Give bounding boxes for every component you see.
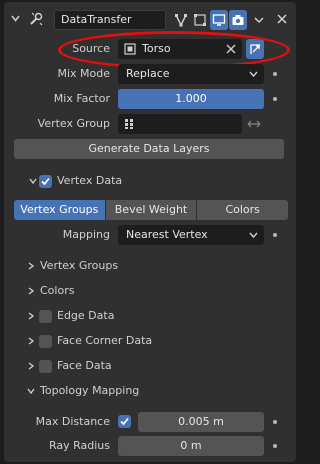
max-distance-label: Max Distance	[35, 415, 110, 428]
face-corner-data-header[interactable]: Face Corner Data	[4, 331, 296, 351]
keyframe-dot-icon[interactable]	[273, 72, 277, 76]
keyframe-dot-icon[interactable]	[273, 444, 277, 448]
object-transform-toggle[interactable]	[246, 39, 264, 59]
collapse-arrow-icon[interactable]	[11, 14, 20, 23]
extras-dropdown[interactable]	[250, 10, 268, 30]
mapping-dropdown[interactable]: Nearest Vertex	[118, 225, 264, 245]
face-corner-data-checkbox[interactable]	[39, 335, 52, 348]
mix-mode-value: Replace	[126, 67, 170, 80]
mapping-value: Nearest Vertex	[126, 228, 208, 241]
keyframe-dot-icon[interactable]	[273, 233, 277, 237]
face-data-checkbox[interactable]	[39, 360, 52, 373]
subpanel-vertex-groups-label: Vertex Groups	[40, 259, 119, 272]
ray-radius-field[interactable]: 0 m	[118, 436, 264, 456]
mix-mode-label: Mix Mode	[57, 67, 110, 80]
mapping-label: Mapping	[62, 228, 110, 241]
generate-data-layers-button[interactable]: Generate Data Layers	[14, 139, 284, 159]
subpanel-colors[interactable]: Colors	[4, 281, 296, 301]
vertex-group-field[interactable]	[118, 114, 242, 134]
edit-mode-icon	[194, 14, 206, 26]
vertex-group-row: Vertex Group	[4, 114, 296, 134]
tab-bevel-weight[interactable]: Bevel Weight	[105, 200, 198, 220]
chevron-down-icon	[249, 71, 258, 78]
chevron-right-icon	[28, 312, 35, 320]
keyframe-dot-icon[interactable]	[273, 420, 277, 424]
mix-mode-row: Mix Mode Replace	[4, 64, 296, 84]
modifier-name-field[interactable]: DataTransfer	[54, 10, 166, 30]
generate-row: Generate Data Layers	[4, 139, 296, 159]
vertex-data-label: Vertex Data	[57, 174, 123, 187]
realtime-icon	[212, 14, 226, 26]
vertex-data-checkbox[interactable]	[39, 175, 52, 188]
vertex-data-types-tabs: Vertex Groups Bevel Weight Colors	[14, 200, 289, 220]
checkmark-icon	[41, 177, 50, 186]
edge-data-label: Edge Data	[57, 309, 115, 322]
chevron-down-icon	[29, 178, 37, 185]
checkmark-icon	[120, 417, 129, 426]
subpanel-vertex-groups[interactable]: Vertex Groups	[4, 256, 296, 276]
vertex-edit-toggle[interactable]	[172, 10, 190, 30]
render-icon	[232, 15, 244, 25]
tab-vertex-groups[interactable]: Vertex Groups	[14, 200, 106, 220]
ray-radius-label: Ray Radius	[48, 439, 110, 452]
chevron-right-icon	[28, 337, 35, 345]
max-distance-row: Max Distance 0.005 m	[4, 412, 296, 432]
source-value: Torso	[142, 42, 171, 55]
vertex-group-icon	[125, 119, 133, 129]
dropdown-chevron-icon	[254, 17, 264, 24]
source-row: Source Torso	[4, 39, 296, 59]
chevron-down-icon	[249, 232, 258, 239]
tab-colors[interactable]: Colors	[197, 200, 289, 220]
edge-data-header[interactable]: Edge Data	[4, 306, 296, 326]
source-label: Source	[72, 42, 110, 55]
topology-mapping-header[interactable]: Topology Mapping	[4, 381, 296, 401]
mix-factor-slider[interactable]: 1.000	[118, 89, 264, 109]
modifier-panel: DataTransfer Source Torso Mix Mode Repla…	[4, 2, 296, 462]
object-transform-icon	[250, 44, 260, 54]
vertex-group-label: Vertex Group	[37, 117, 110, 130]
mix-factor-label: Mix Factor	[53, 92, 110, 105]
subpanel-colors-label: Colors	[40, 284, 75, 297]
chevron-right-icon	[28, 287, 35, 295]
chevron-right-icon	[28, 262, 35, 270]
clear-icon[interactable]	[226, 44, 236, 54]
wrench-icon	[30, 12, 43, 26]
source-field[interactable]: Torso	[118, 39, 242, 59]
invert-arrows-icon[interactable]	[247, 119, 261, 129]
vertex-edit-icon	[175, 14, 187, 27]
face-data-label: Face Data	[57, 359, 112, 372]
mesh-object-icon	[124, 43, 136, 55]
modifier-header: DataTransfer	[4, 5, 296, 33]
chevron-right-icon	[28, 362, 35, 370]
edge-data-checkbox[interactable]	[39, 310, 52, 323]
mapping-row: Mapping Nearest Vertex	[4, 225, 296, 245]
max-distance-field[interactable]: 0.005 m	[138, 412, 264, 432]
topology-mapping-label: Topology Mapping	[40, 384, 140, 397]
mix-mode-dropdown[interactable]: Replace	[118, 64, 264, 84]
close-icon[interactable]	[276, 13, 288, 25]
max-distance-checkbox[interactable]	[118, 415, 131, 428]
face-data-header[interactable]: Face Data	[4, 356, 296, 376]
render-toggle[interactable]	[229, 10, 247, 30]
realtime-toggle[interactable]	[210, 10, 228, 30]
edit-mode-toggle[interactable]	[191, 10, 209, 30]
vertex-data-header[interactable]: Vertex Data	[4, 171, 296, 191]
mix-factor-row: Mix Factor 1.000	[4, 89, 296, 109]
ray-radius-row: Ray Radius 0 m	[4, 436, 296, 456]
chevron-down-icon	[27, 388, 35, 395]
face-corner-data-label: Face Corner Data	[57, 334, 153, 347]
keyframe-dot-icon[interactable]	[273, 97, 277, 101]
